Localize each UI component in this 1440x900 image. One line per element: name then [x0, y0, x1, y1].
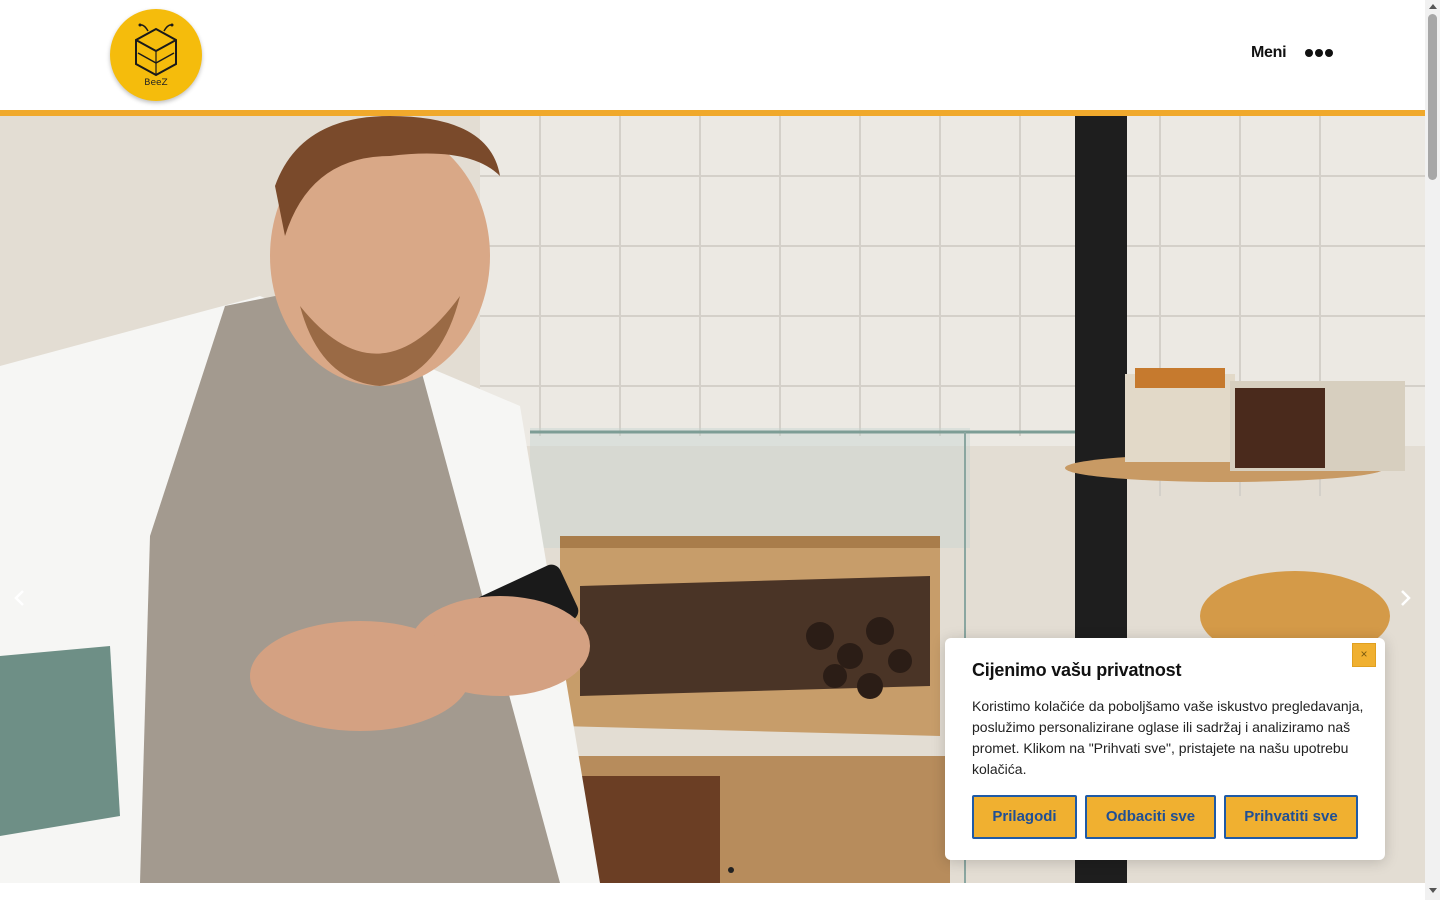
- slider-dot-active[interactable]: [728, 867, 734, 873]
- scroll-down-arrow-icon[interactable]: [1429, 888, 1437, 893]
- site-header: BeeZ Meni: [0, 0, 1425, 110]
- page-scrollbar[interactable]: [1425, 0, 1440, 900]
- close-icon: ×: [1360, 647, 1368, 661]
- chevron-left-icon: [14, 590, 24, 606]
- slider-next-button[interactable]: [1393, 586, 1417, 610]
- scroll-up-arrow-icon[interactable]: [1429, 4, 1437, 9]
- cookie-description: Koristimo kolačiće da poboljšamo vaše is…: [972, 698, 1364, 777]
- accept-all-button[interactable]: Prihvatiti sve: [1224, 795, 1358, 839]
- site-logo[interactable]: BeeZ: [110, 9, 202, 101]
- cookie-title: Cijenimo vašu privatnost: [972, 660, 1182, 680]
- cookie-close-button[interactable]: ×: [1352, 643, 1376, 667]
- ellipsis-icon[interactable]: [1305, 49, 1333, 59]
- menu-button-label[interactable]: Meni: [1251, 44, 1287, 62]
- customize-button[interactable]: Prilagodi: [972, 795, 1077, 839]
- logo-text: BeeZ: [144, 78, 168, 88]
- slider-prev-button[interactable]: [8, 586, 32, 610]
- chevron-right-icon: [1401, 590, 1411, 606]
- cookie-consent-banner: Cijenimo vašu privatnost × Koristimo kol…: [945, 638, 1385, 860]
- reject-all-button[interactable]: Odbaciti sve: [1085, 795, 1216, 839]
- scroll-thumb[interactable]: [1428, 14, 1437, 180]
